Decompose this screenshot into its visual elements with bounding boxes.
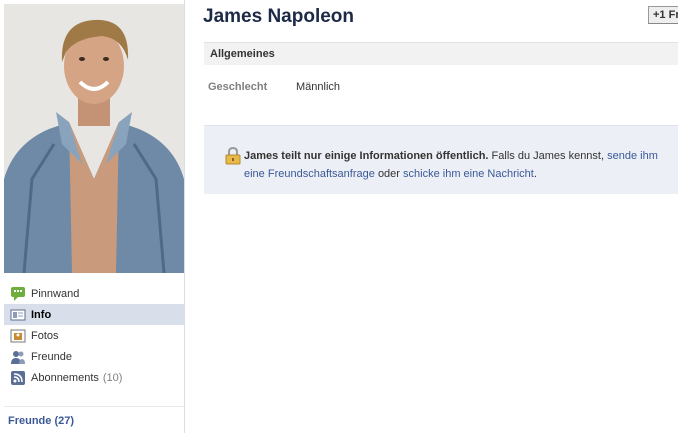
lock-icon (224, 146, 242, 165)
nav-item-info[interactable]: Info (4, 304, 184, 325)
profile-name[interactable]: James Napoleon (203, 6, 354, 28)
profile-photo-image (4, 4, 184, 273)
divider (4, 406, 184, 407)
wall-icon (10, 286, 26, 302)
nav-item-label: Fotos (31, 329, 59, 342)
info-label-geschlecht: Geschlecht (208, 81, 268, 93)
friends-count-link[interactable]: Freunde (27) (8, 415, 74, 427)
nav-item-label: Abonnements (31, 371, 99, 384)
privacy-text-part: Falls du James kennst, (491, 150, 605, 162)
send-message-link[interactable]: schicke ihm eine Nachricht (403, 168, 534, 180)
nav-item-label: Pinnwand (31, 287, 80, 300)
nav-item-abonnements[interactable]: Abonnements (10) (4, 367, 184, 388)
privacy-text: James teilt nur einige Informationen öff… (244, 147, 676, 183)
privacy-notice: James teilt nur einige Informationen öff… (204, 125, 678, 194)
section-header-allgemeines: Allgemeines (204, 42, 678, 65)
nav-item-fotos[interactable]: Fotos (4, 325, 184, 346)
friends-icon (10, 349, 26, 365)
nav-item-pinnwand[interactable]: Pinnwand (4, 283, 184, 304)
privacy-text-part: oder (377, 168, 400, 180)
left-column: Pinnwand Info Fotos Freunde Abonnements (0, 0, 185, 433)
privacy-bold-text: James teilt nur einige Informationen öff… (244, 150, 489, 162)
info-icon (10, 307, 26, 323)
nav-item-freunde[interactable]: Freunde (4, 346, 184, 367)
nav-item-label: Info (31, 308, 52, 321)
nav-item-count: (10) (102, 371, 123, 384)
privacy-text-part: . (533, 168, 537, 180)
profile-photo[interactable] (4, 4, 184, 273)
photos-icon (10, 328, 26, 344)
nav-item-label: Freunde (31, 350, 72, 363)
subscriptions-icon (10, 370, 26, 386)
info-value-geschlecht: Männlich (296, 81, 341, 93)
add-friend-button[interactable]: +1 Fr (648, 6, 678, 24)
profile-nav: Pinnwand Info Fotos Freunde Abonnements (4, 283, 184, 388)
